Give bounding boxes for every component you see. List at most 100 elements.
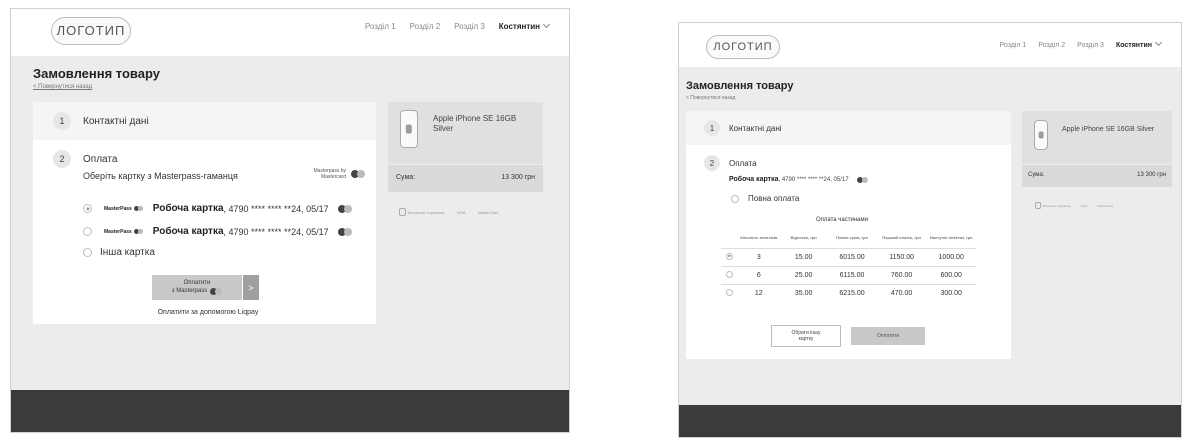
user-menu[interactable]: Костянтин	[498, 20, 551, 31]
sum-value: 13 300 грн	[501, 174, 535, 181]
nav-item-section-2[interactable]: Розділ 2	[1038, 42, 1065, 49]
mastercard-logo: MasterCard	[1097, 203, 1113, 208]
chevron-down-icon	[1154, 38, 1163, 47]
product-summary: Apple iPhone SE 16GB Silver	[388, 102, 543, 164]
card-details: , 4790 **** **** **24, 05/17	[223, 203, 329, 214]
installment-radio[interactable]	[725, 288, 733, 296]
card-radio[interactable]	[83, 227, 92, 236]
table-cell: 6	[756, 271, 761, 279]
pay-button-line-1: Оплатити	[183, 280, 211, 286]
table-cell: 12	[754, 289, 763, 297]
visa-logo: VISA	[456, 209, 466, 215]
nav-item-section-1[interactable]: Розділ 1	[365, 22, 396, 31]
page-title: Замовлення товару	[686, 80, 794, 92]
step-payment: 2 Оплата	[704, 155, 757, 171]
step-contacts[interactable]: 1 Контактні дані	[686, 111, 1011, 145]
nav-item-section-1[interactable]: Розділ 1	[1000, 42, 1027, 49]
mastercard-logo: MasterCard	[477, 209, 499, 215]
table-cell: 6115.00	[839, 271, 865, 279]
order-total: Сума: 13 300 грн	[1022, 165, 1172, 187]
chevron-right-icon[interactable]: >	[243, 275, 259, 300]
saved-card-option[interactable]: MasterPass Робоча картка , 4790 **** ***…	[83, 226, 329, 237]
choose-other-card-button[interactable]: Обрати іншу картку	[771, 325, 841, 347]
installment-row[interactable]: 6 25.00 6115.00 760.00 600.00	[721, 266, 976, 284]
badge-text: Безпечне з'єднання	[1043, 203, 1071, 208]
other-card-label: Інша картка	[100, 247, 155, 258]
table-cell: 600.00	[940, 271, 962, 279]
masterpass-brand: MasterPass	[104, 228, 132, 235]
mastercard-icon	[133, 229, 143, 234]
masterpass-brand: MasterPass	[104, 205, 132, 212]
secure-connection-badge: Безпечне з'єднання	[399, 208, 444, 216]
shield-icon	[1035, 202, 1041, 209]
full-payment-option[interactable]: Повна оплата	[731, 194, 799, 203]
logo[interactable]: ЛОГОТИП	[706, 35, 780, 59]
user-menu[interactable]: Костянтин	[1115, 38, 1163, 49]
liqpay-link[interactable]: Оплатити за допомогою Liqpay	[123, 309, 293, 316]
masterpass-logo-icon	[351, 170, 365, 178]
installment-row[interactable]: 3 15.00 6015.00 1150.00 1000.00	[721, 248, 976, 266]
table-cell: 15.00	[794, 253, 813, 261]
checkout-masterpass-screen: ЛОГОТИП Розділ 1 Розділ 2 Розділ 3 Костя…	[10, 8, 570, 433]
nav-item-section-3[interactable]: Розділ 3	[1077, 42, 1104, 49]
back-link[interactable]: < Повернутися назад	[686, 95, 735, 101]
page-title: Замовлення товару	[33, 66, 160, 81]
security-badges: Безпечне з'єднання VISA MasterCard	[399, 208, 499, 216]
card-details: , 4790 **** **** **24, 05/17	[223, 226, 329, 237]
mastercard-icon	[133, 206, 143, 211]
footer	[11, 390, 569, 432]
product-summary: Apple iPhone SE 16GB Silver	[1022, 111, 1172, 164]
product-image	[400, 110, 418, 148]
footer	[679, 405, 1181, 437]
order-total: Сума: 13 300 грн	[388, 165, 543, 192]
masterpass-badge: Masterpass by Mastercard	[291, 168, 365, 180]
security-badges: Безпечне з'єднання VISA MasterCard	[1035, 202, 1113, 209]
other-card-option[interactable]: Інша картка	[83, 247, 155, 258]
table-cell: 6215.00	[839, 289, 865, 297]
nav-item-section-3[interactable]: Розділ 3	[454, 22, 485, 31]
step-number: 2	[53, 150, 71, 168]
step-label: Оплата	[729, 158, 757, 168]
card-name: Робоча картка	[152, 203, 224, 214]
step-number: 1	[704, 120, 720, 136]
saved-card-option[interactable]: MasterPass Робоча картка , 4790 **** ***…	[83, 203, 329, 214]
table-cell: 1000.00	[938, 253, 964, 261]
top-navigation: ЛОГОТИП Розділ 1 Розділ 2 Розділ 3 Костя…	[11, 9, 569, 56]
column-header: Наступні платежі, грн	[929, 235, 973, 241]
user-name: Костянтин	[1115, 42, 1152, 49]
table-cell: 1150.00	[889, 253, 914, 261]
pay-button-line-2: з Masterpass	[171, 288, 208, 294]
step-label: Контактні дані	[729, 123, 782, 133]
logo[interactable]: ЛОГОТИП	[51, 17, 131, 45]
order-form-card: 1 Контактні дані 2 Оплата Оберіть картку…	[33, 102, 376, 324]
pay-masterpass-button[interactable]: Оплатити з Masterpass	[152, 275, 242, 300]
visa-logo: VISA	[1080, 203, 1088, 208]
card-radio[interactable]	[83, 248, 92, 257]
checkout-installments-screen: ЛОГОТИП Розділ 1 Розділ 2 Розділ 3 Костя…	[678, 22, 1182, 438]
column-header: Перший платіж, грн	[882, 235, 921, 241]
back-link[interactable]: < Повернутися назад	[33, 84, 92, 90]
table-cell: 6015.00	[839, 253, 865, 261]
installment-radio[interactable]	[725, 252, 733, 260]
selected-card: Робоча картка , 4790 **** **** **24, 05/…	[729, 176, 869, 183]
card-radio[interactable]	[83, 204, 92, 213]
step-label: Контактні дані	[83, 115, 149, 127]
full-payment-radio[interactable]	[731, 194, 739, 203]
sum-label: Сума:	[1028, 172, 1045, 178]
column-header: Відсотки, грн	[790, 235, 817, 241]
step-payment: 2 Оплата	[53, 150, 117, 168]
table-cell: 470.00	[890, 289, 913, 297]
card-details: , 4790 **** **** **24, 05/17	[778, 176, 849, 183]
step-contacts[interactable]: 1 Контактні дані	[33, 102, 376, 140]
user-name: Костянтин	[498, 22, 540, 31]
mastercard-icon	[856, 176, 869, 183]
installment-radio[interactable]	[725, 270, 733, 278]
pay-button[interactable]: Оплатити	[851, 327, 925, 345]
installment-row[interactable]: 12 35.00 6215.00 470.00 300.00	[721, 284, 976, 302]
chevron-down-icon	[542, 20, 551, 29]
step-number: 2	[704, 155, 720, 171]
masterpass-badge-text: Masterpass by Mastercard	[313, 168, 346, 180]
nav-item-section-2[interactable]: Розділ 2	[410, 22, 441, 31]
column-header: Повна сума, грн	[836, 235, 868, 241]
full-payment-label: Повна оплата	[748, 194, 800, 203]
